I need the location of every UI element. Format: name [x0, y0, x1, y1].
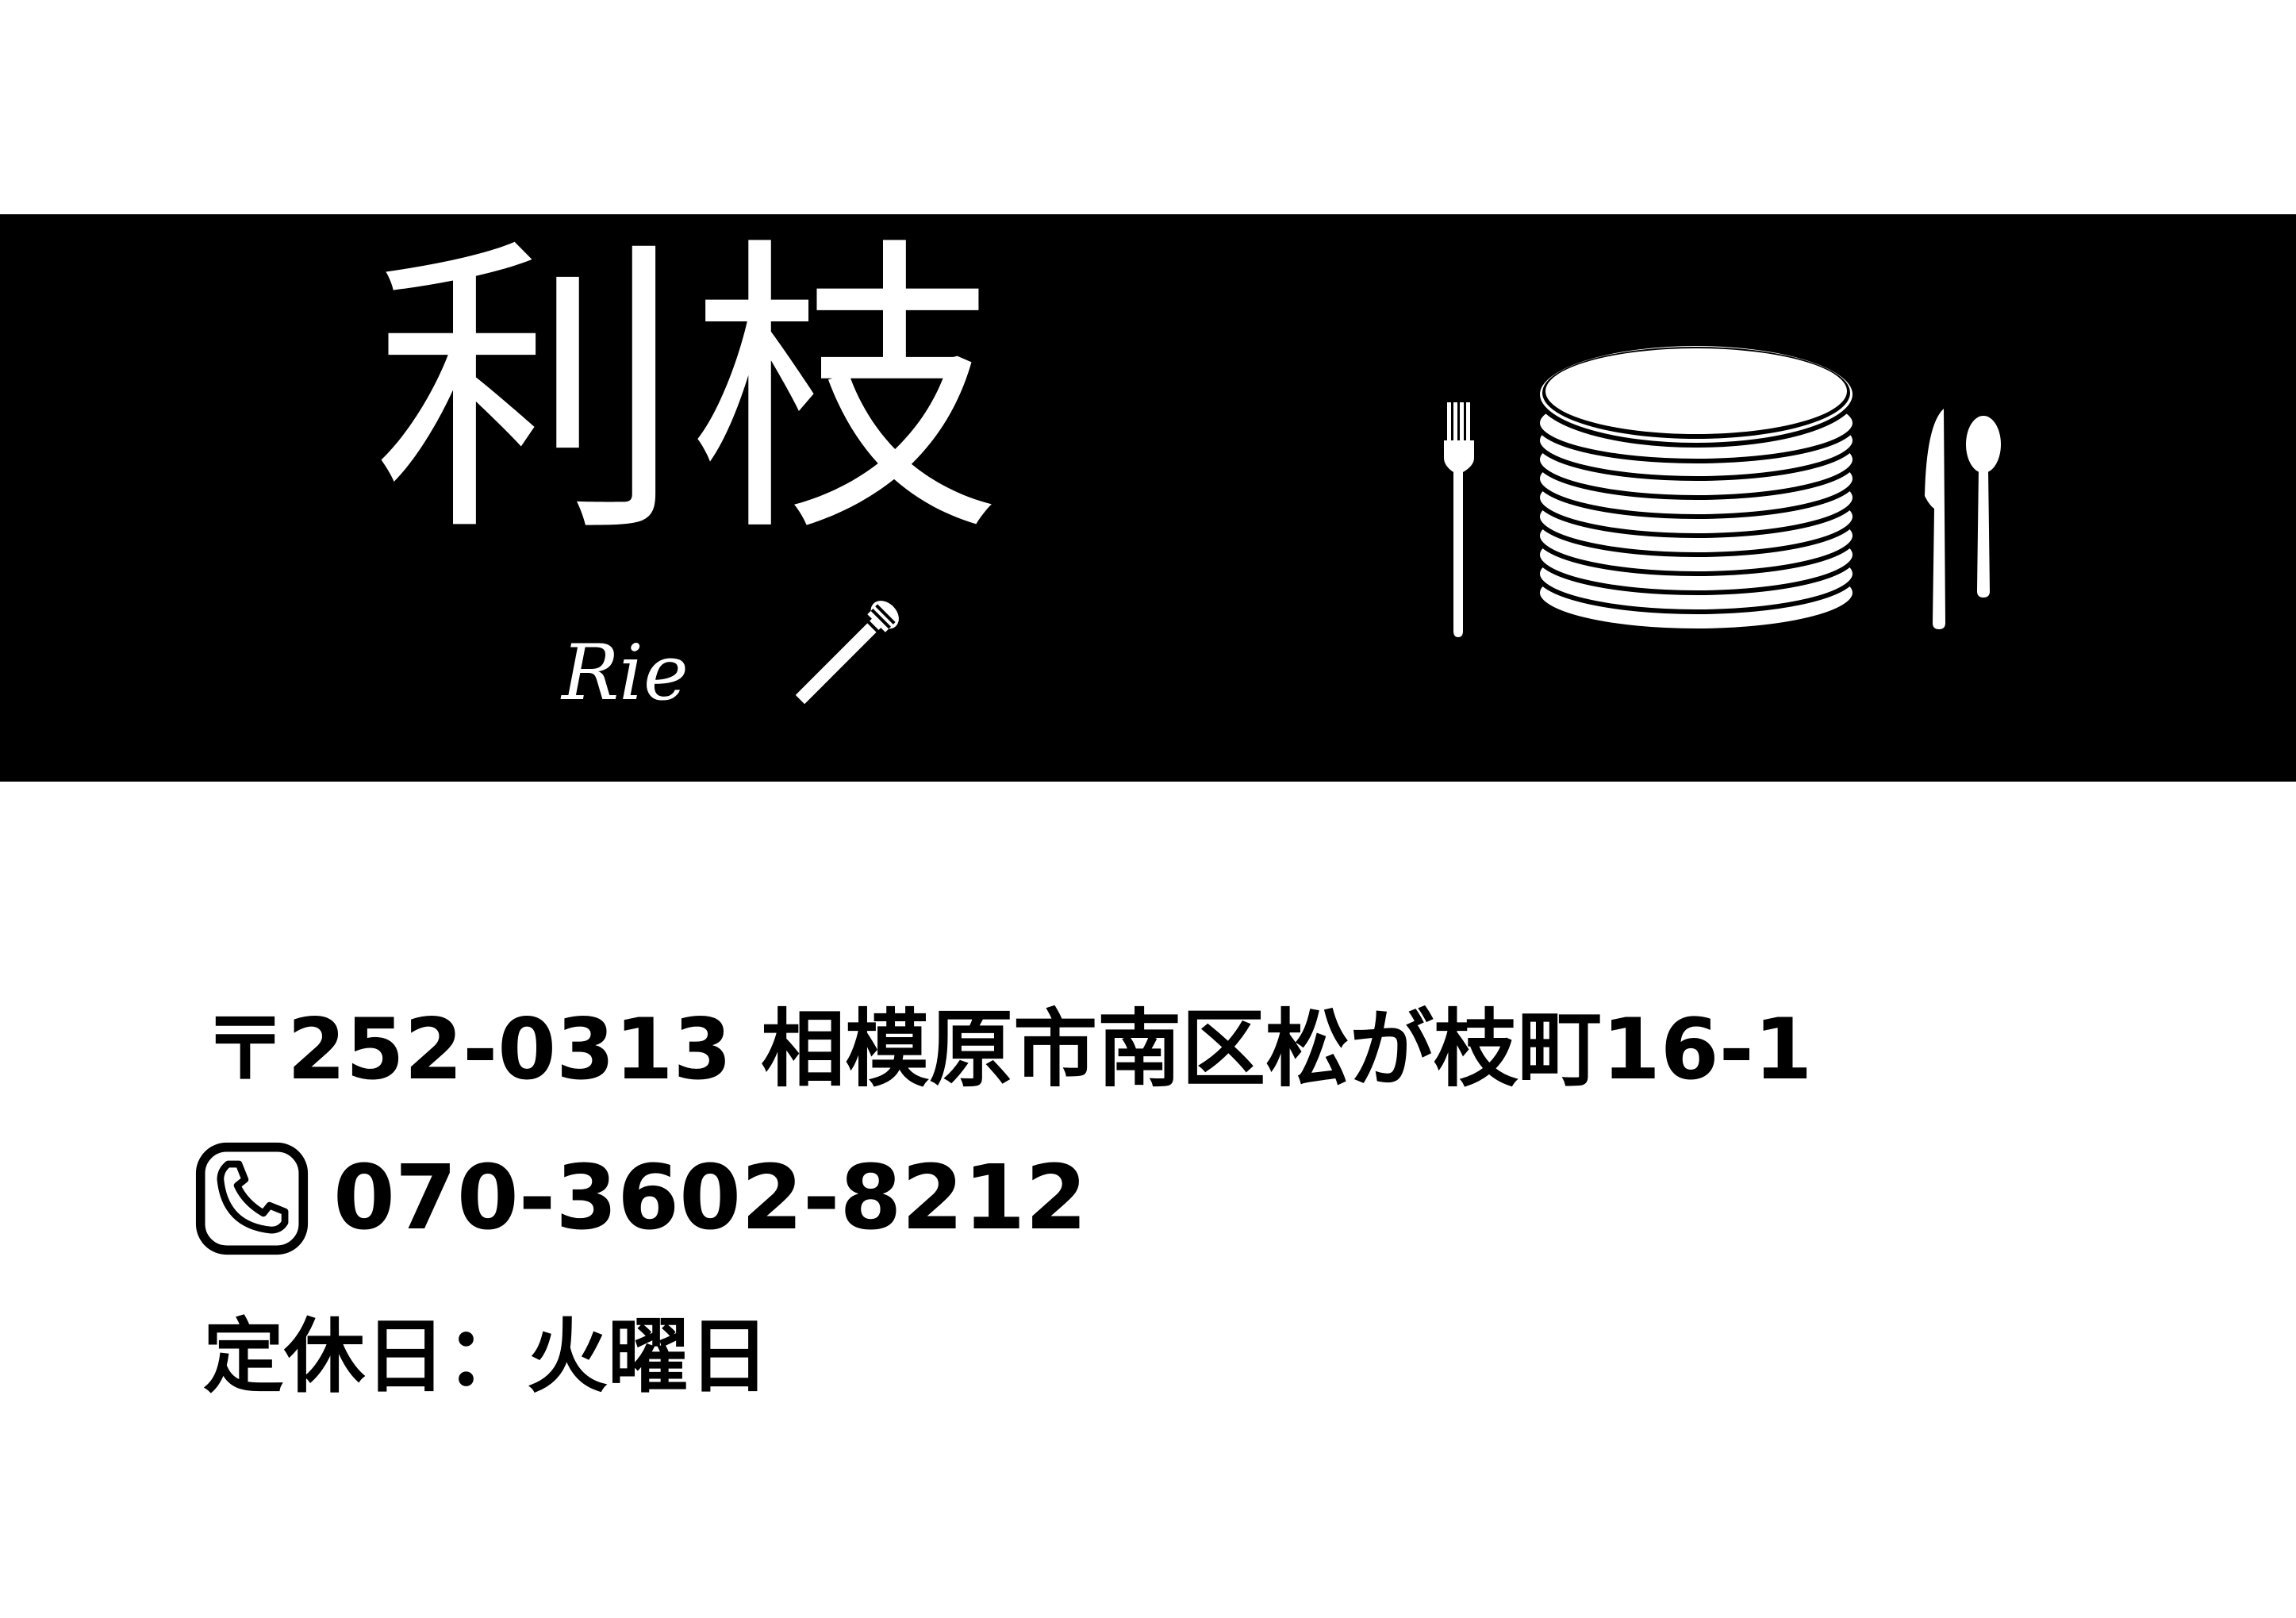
spoon-icon — [1966, 416, 2001, 598]
fork-icon — [1444, 402, 1474, 637]
shop-name: 利枝 — [373, 213, 1008, 573]
phone-number: 070-3602-8212 — [333, 1147, 1088, 1250]
knife-icon — [1925, 409, 1945, 629]
stacked-plates-icon — [1535, 341, 1857, 633]
tableware-illustration — [1444, 341, 2001, 637]
microphone-icon — [795, 601, 899, 705]
phone-row: 070-3602-8212 — [194, 1139, 1087, 1258]
shop-address: 〒252-0313 相模原市南区松が枝町16-1 — [203, 1001, 1813, 1098]
shop-name-romaji: Rie — [562, 628, 689, 717]
regular-holiday: 定休日：火曜日 — [203, 1310, 770, 1405]
phone-icon — [195, 1142, 309, 1255]
